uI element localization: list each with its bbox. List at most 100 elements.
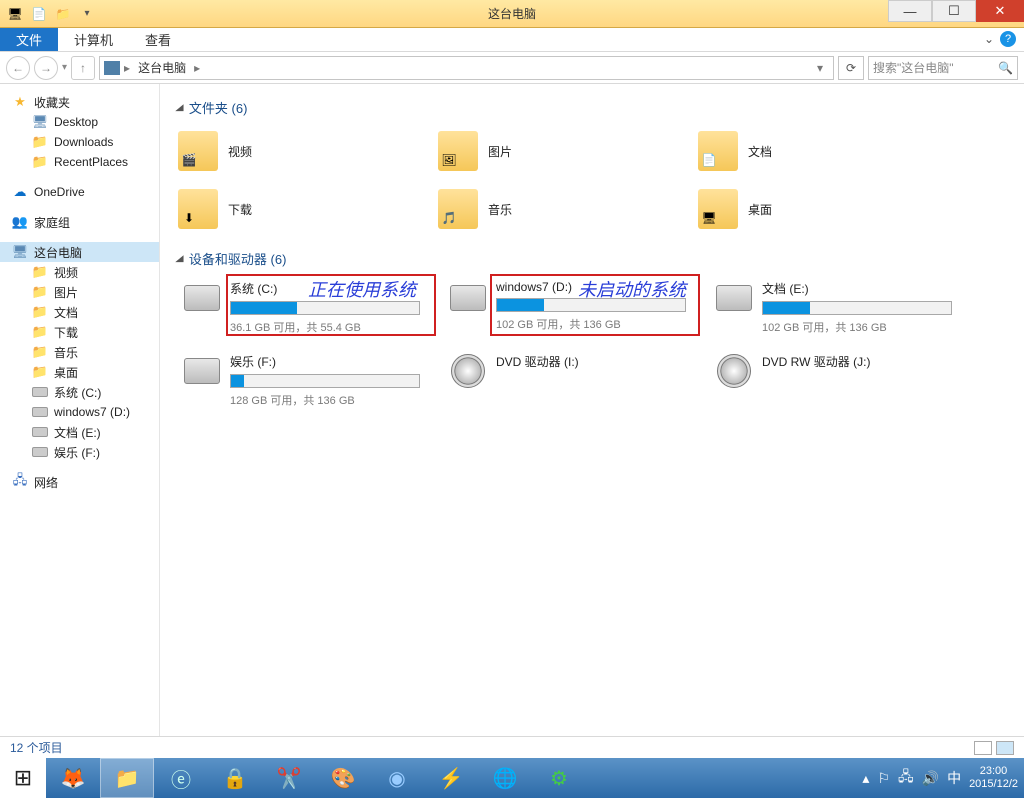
address-bar[interactable]: ▸ 这台电脑 ▸ ▾	[99, 56, 834, 80]
folder-icon: 📁	[32, 344, 48, 360]
taskbar-app-blue[interactable]: ◉	[370, 758, 424, 798]
sidebar-favorites-header[interactable]: ★收藏夹	[0, 92, 159, 112]
folder-item[interactable]: 🎵音乐	[438, 183, 688, 235]
drive-item[interactable]: 文档 (E:)102 GB 可用，共 136 GB	[710, 276, 970, 339]
main-pane: 文件夹 (6) 🎬视频🖼图片📄文档⬇下载🎵音乐🖥桌面 设备和驱动器 (6) 正在…	[160, 84, 1024, 736]
breadcrumb-sep-icon[interactable]: ▸	[194, 61, 200, 75]
sidebar-onedrive[interactable]: ☁OneDrive	[0, 182, 159, 202]
taskbar-app-lock[interactable]: 🔒	[208, 758, 262, 798]
group-header-drives[interactable]: 设备和驱动器 (6)	[176, 249, 1010, 268]
tray-flag-icon[interactable]: ⚐	[877, 770, 890, 787]
sidebar-item-desktop[interactable]: 🖥Desktop	[0, 112, 159, 132]
drive-item[interactable]: DVD RW 驱动器 (J:)	[710, 349, 970, 412]
sidebar-item-drive-f[interactable]: 娱乐 (F:)	[0, 442, 159, 462]
sidebar-homegroup[interactable]: 👥家庭组	[0, 212, 159, 232]
taskbar-ie[interactable]: ⓔ	[154, 758, 208, 798]
sidebar-item-drive-d[interactable]: windows7 (D:)	[0, 402, 159, 422]
sidebar-item-videos[interactable]: 📁视频	[0, 262, 159, 282]
taskbar-app-globe[interactable]: 🌐	[478, 758, 532, 798]
sidebar-item-desktop2[interactable]: 📁桌面	[0, 362, 159, 382]
search-icon[interactable]: 🔍	[998, 61, 1013, 75]
breadcrumb-sep-icon[interactable]: ▸	[124, 61, 130, 75]
navbar: ← → ▾ ↑ ▸ 这台电脑 ▸ ▾ ⟳ 搜索"这台电脑" 🔍	[0, 52, 1024, 84]
usage-bar	[496, 298, 686, 312]
folder-item[interactable]: 📄文档	[698, 125, 948, 177]
sidebar-item-drive-e[interactable]: 文档 (E:)	[0, 422, 159, 442]
network-icon: 🖧	[12, 474, 28, 490]
folder-label: 音乐	[488, 201, 512, 218]
taskbar-paint[interactable]: 🎨	[316, 758, 370, 798]
cloud-icon: ☁	[12, 184, 28, 200]
properties-icon[interactable]: 📄	[30, 5, 48, 23]
drive-name: 娱乐 (F:)	[230, 353, 434, 370]
sidebar-item-recent[interactable]: 📁RecentPlaces	[0, 152, 159, 172]
breadcrumb-thispc[interactable]: 这台电脑	[134, 59, 190, 76]
search-box[interactable]: 搜索"这台电脑" 🔍	[868, 56, 1018, 80]
tab-computer[interactable]: 计算机	[58, 28, 129, 51]
sidebar-item-drive-c[interactable]: 系统 (C:)	[0, 382, 159, 402]
folder-label: 图片	[488, 143, 512, 160]
refresh-button[interactable]: ⟳	[838, 56, 864, 80]
star-icon: ★	[12, 94, 28, 110]
window-controls: — ☐ ✕	[888, 0, 1024, 22]
sidebar-item-music[interactable]: 📁音乐	[0, 342, 159, 362]
history-dropdown-icon[interactable]: ▾	[62, 62, 67, 73]
drive-icon	[32, 427, 48, 437]
search-placeholder: 搜索"这台电脑"	[873, 59, 998, 76]
folder-item[interactable]: ⬇下载	[178, 183, 428, 235]
taskbar-firefox[interactable]: 🦊	[46, 758, 100, 798]
maximize-button[interactable]: ☐	[932, 0, 976, 22]
address-dropdown-icon[interactable]: ▾	[811, 61, 829, 75]
drive-item[interactable]: 系统 (C:)36.1 GB 可用，共 55.4 GB	[178, 276, 438, 339]
drive-item[interactable]: DVD 驱动器 (I:)	[444, 349, 704, 412]
drive-item[interactable]: 娱乐 (F:)128 GB 可用，共 136 GB	[178, 349, 438, 412]
sidebar-network[interactable]: 🖧网络	[0, 472, 159, 492]
folder-icon: 📁	[32, 324, 48, 340]
file-tab[interactable]: 文件	[0, 28, 58, 51]
minimize-button[interactable]: —	[888, 0, 932, 22]
tray-overflow-icon[interactable]: ▴	[862, 770, 869, 787]
sidebar-item-pictures[interactable]: 📁图片	[0, 282, 159, 302]
ribbon-expand-icon[interactable]: ⌄	[984, 32, 994, 46]
folder-item[interactable]: 🎬视频	[178, 125, 428, 177]
taskbar-app-snip[interactable]: ✂️	[262, 758, 316, 798]
system-tray: ▴ ⚐ 🖧 🔊 中 23:002015/12/2	[862, 758, 1018, 798]
tiles-view-icon[interactable]	[996, 741, 1014, 755]
drive-name: 系统 (C:)	[230, 280, 434, 297]
close-button[interactable]: ✕	[976, 0, 1024, 22]
drive-item[interactable]: windows7 (D:)102 GB 可用，共 136 GB	[444, 276, 704, 339]
help-icon[interactable]: ?	[1000, 31, 1016, 47]
folder-item[interactable]: 🖼图片	[438, 125, 688, 177]
tray-ime-icon[interactable]: 中	[947, 768, 961, 788]
group-header-folders[interactable]: 文件夹 (6)	[176, 98, 1010, 117]
folder-icon: 🎬	[178, 131, 218, 171]
start-button[interactable]: ⊞	[0, 758, 46, 798]
up-button[interactable]: ↑	[71, 56, 95, 80]
folder-icon: 📁	[32, 154, 48, 170]
tray-network-icon[interactable]: 🖧	[898, 766, 914, 790]
titlebar: 🖥 📄 📁 ▾ 这台电脑 — ☐ ✕	[0, 0, 1024, 28]
qat-dropdown-icon[interactable]: ▾	[78, 5, 96, 23]
new-folder-icon[interactable]: 📁	[54, 5, 72, 23]
ribbon: 文件 计算机 查看 ⌄ ?	[0, 28, 1024, 52]
hdd-icon	[182, 280, 222, 316]
taskbar-clock[interactable]: 23:002015/12/2	[969, 765, 1018, 791]
back-button[interactable]: ←	[6, 56, 30, 80]
taskbar-app-flash[interactable]: ⚡	[424, 758, 478, 798]
view-switcher	[974, 741, 1014, 755]
folder-label: 下载	[228, 201, 252, 218]
tab-view[interactable]: 查看	[129, 28, 187, 51]
sidebar-item-downloads[interactable]: 📁Downloads	[0, 132, 159, 152]
forward-button[interactable]: →	[34, 56, 58, 80]
folder-icon: 📁	[32, 364, 48, 380]
taskbar-explorer[interactable]: 📁	[100, 758, 154, 798]
sidebar-item-downloads2[interactable]: 📁下载	[0, 322, 159, 342]
dvd-icon	[714, 353, 754, 389]
taskbar-app-gear[interactable]: ⚙	[532, 758, 586, 798]
tray-volume-icon[interactable]: 🔊	[922, 770, 939, 787]
folder-item[interactable]: 🖥桌面	[698, 183, 948, 235]
status-bar: 12 个项目	[0, 736, 1024, 758]
sidebar-item-documents[interactable]: 📁文档	[0, 302, 159, 322]
details-view-icon[interactable]	[974, 741, 992, 755]
sidebar-thispc[interactable]: 🖥这台电脑	[0, 242, 159, 262]
